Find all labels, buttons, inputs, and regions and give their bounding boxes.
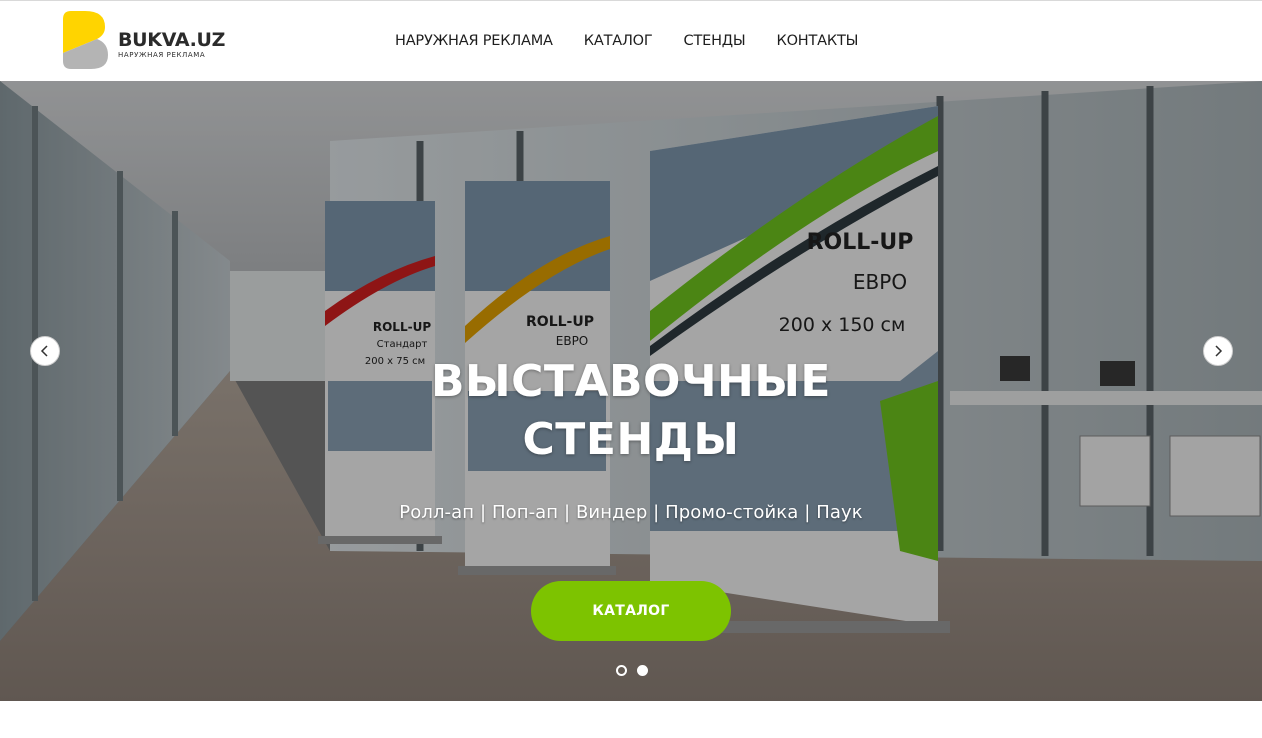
main-nav: НАРУЖНАЯ РЕКЛАМА КАТАЛОГ СТЕНДЫ КОНТАКТЫ: [395, 33, 889, 49]
logo-tagline: НАРУЖНАЯ РЕКЛАМА: [118, 51, 206, 59]
slider-next-button[interactable]: [1203, 336, 1233, 366]
logo-mark-icon: [63, 11, 108, 69]
nav-item-contacts[interactable]: КОНТАКТЫ: [777, 33, 859, 49]
chevron-right-icon: [1215, 345, 1223, 357]
nav-item-outdoor-ads[interactable]: НАРУЖНАЯ РЕКЛАМА: [395, 33, 553, 49]
slider-prev-button[interactable]: [30, 336, 60, 366]
catalog-button[interactable]: КАТАЛОГ: [531, 581, 731, 641]
hero-title-line-1: ВЫСТАВОЧНЫЕ: [431, 356, 831, 407]
site-header: BUKVA.UZ НАРУЖНАЯ РЕКЛАМА НАРУЖНАЯ РЕКЛА…: [0, 0, 1262, 81]
nav-item-stands[interactable]: СТЕНДЫ: [684, 33, 746, 49]
hero-title: ВЫСТАВОЧНЫЕ СТЕНДЫ: [0, 353, 1262, 469]
chevron-left-icon: [40, 345, 48, 357]
hero-subtitle: Ролл-ап | Поп-ап | Виндер | Промо-стойка…: [399, 502, 863, 523]
logo-name: BUKVA.UZ: [118, 29, 226, 51]
logo-text: BUKVA.UZ НАРУЖНАЯ РЕКЛАМА: [118, 29, 225, 59]
slider-pagination: [616, 665, 648, 676]
hero-title-line-2: СТЕНДЫ: [522, 414, 740, 465]
nav-item-catalog[interactable]: КАТАЛОГ: [584, 33, 653, 49]
logo[interactable]: BUKVA.UZ НАРУЖНАЯ РЕКЛАМА: [61, 9, 225, 71]
slider-dot-2[interactable]: [637, 665, 648, 676]
hero-slider: ROLL-UP Стандарт 200 х 75 см ROLL-UP ЕВР…: [0, 81, 1262, 701]
slider-dot-1[interactable]: [616, 665, 627, 676]
